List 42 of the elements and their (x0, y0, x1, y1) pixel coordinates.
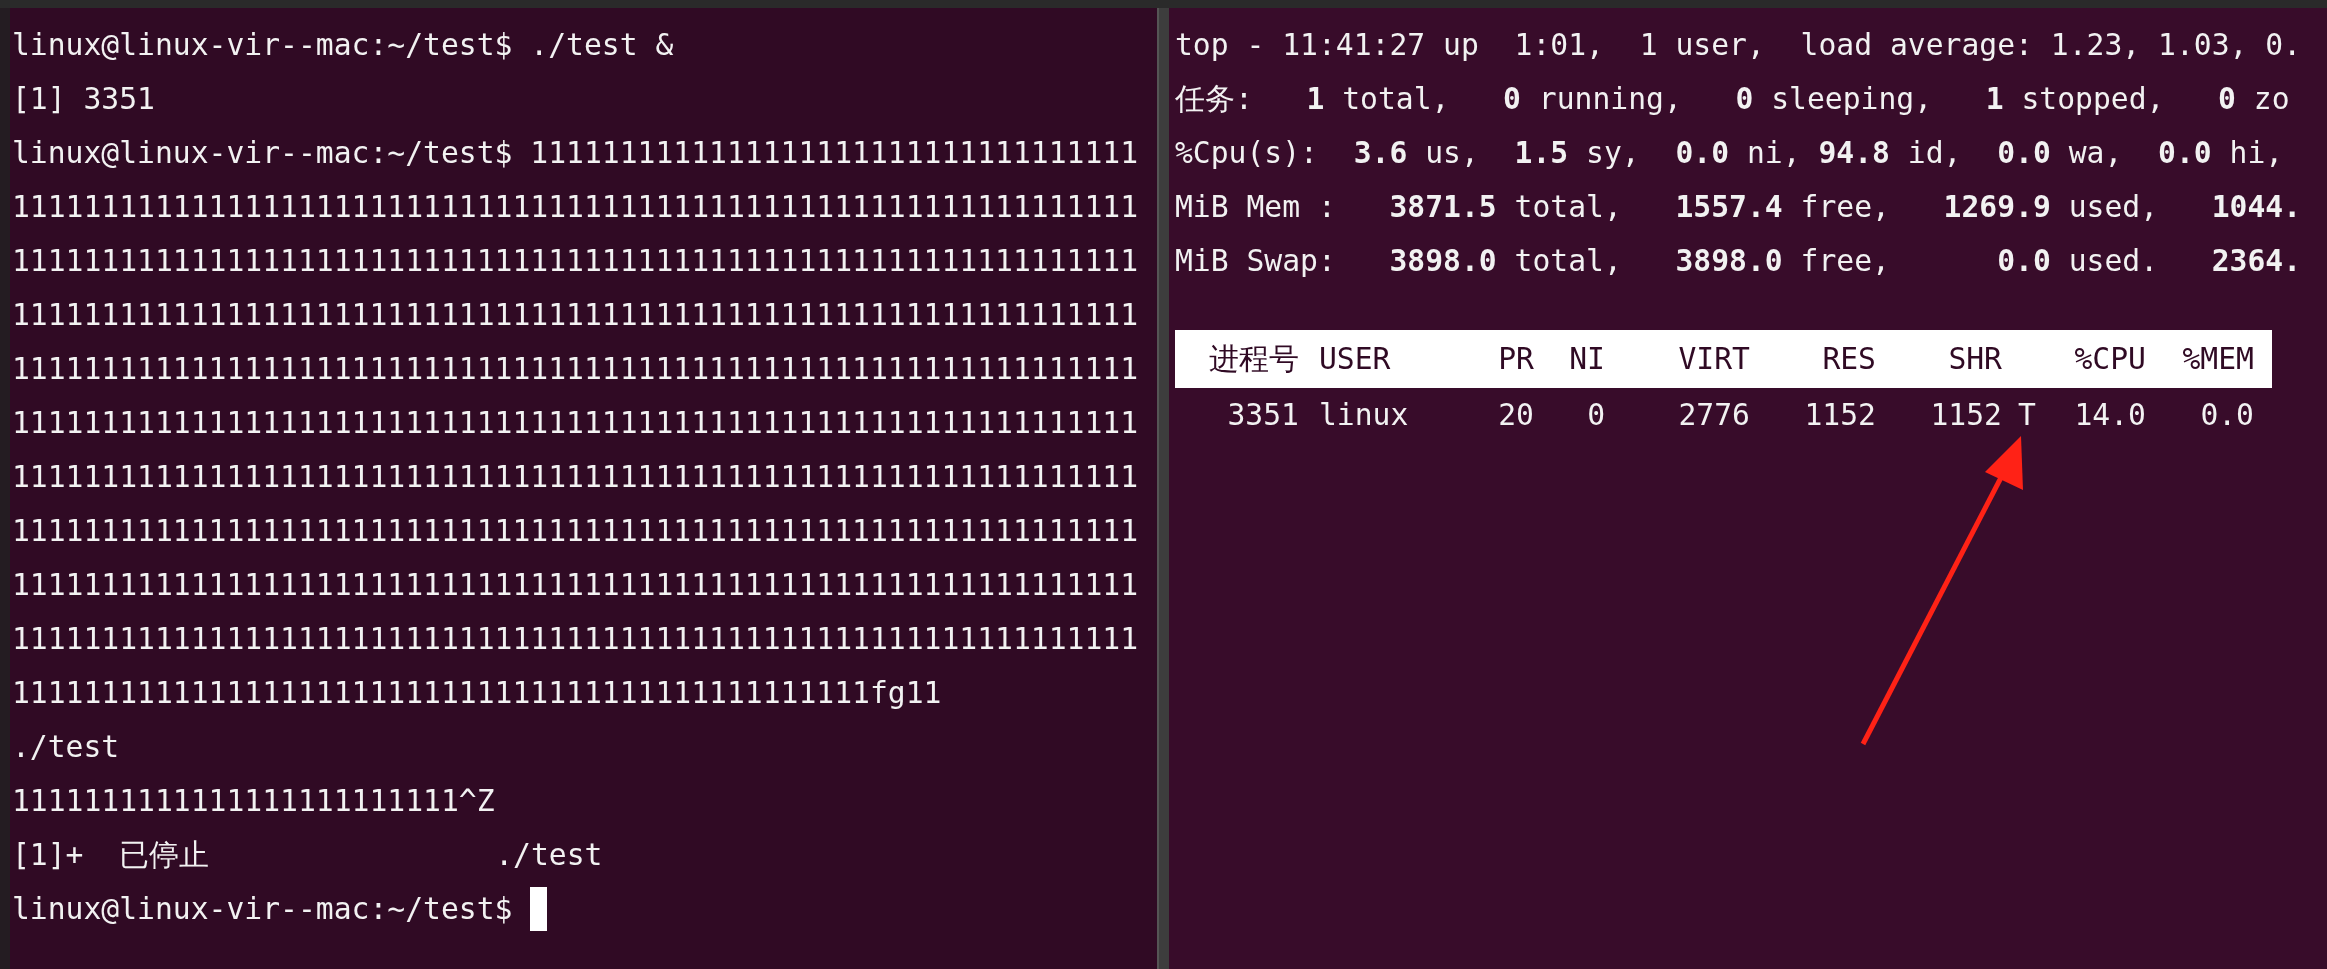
terminal-prompt: linux@linux-vir--mac:~/test$ (12, 890, 513, 928)
summary-line: %Cpu(s): 3.6 us, 1.5 sy, 0.0 ni, 94.8 id, 0.0 wa, 0.0 hi, (1175, 134, 2285, 172)
terminal-line: 111111111111111111111111111111111111111111111111111111111111111 (11, 566, 1140, 604)
summary-line: 任务: 1 total, 0 running, 0 sleeping, 1 stopped, 0 zo (1175, 80, 2291, 118)
column-header: %CPU (2073, 340, 2146, 378)
terminal-line: 111111111111111111111111111111111111111111111111111111111111111 (11, 242, 1140, 280)
summary-line: MiB Mem : 3871.5 total, 1557.4 free, 1269.9 used, 1044. (1175, 188, 2303, 226)
column-header: 进程号 (1208, 340, 1299, 378)
table-cell-text: 1152 (1803, 396, 1876, 434)
terminal-line: 111111111111111111111111111111111111111111111111111111111111111 (11, 404, 1140, 442)
table-cell-text: 2776 (1677, 396, 1750, 434)
terminal-line: 111111111111111111111111111111111111111111111111111111111111111 (11, 512, 1140, 550)
terminal-line: ./test (11, 728, 121, 766)
table-cell-text: 20 (1497, 396, 1534, 434)
terminal-line: linux@linux-vir--mac:~/test$ ./test & (11, 26, 675, 64)
table-cell-text: T (2017, 396, 2037, 434)
table-cell-text: 0 (1586, 396, 1605, 434)
terminal-line: [1]+ 已停止 ./test (11, 836, 604, 874)
table-cell-text: 14.0 (2073, 396, 2146, 434)
terminal-line: 1111111111111111111111111^Z (11, 782, 496, 820)
summary-line: top - 11:41:27 up 1:01, 1 user, load average: 1.23, 1.03, 0. (1175, 26, 2303, 64)
terminal-line: linux@linux-vir--mac:~/test$ 1111111111111111111111111111111111 (11, 134, 1140, 172)
column-header: %MEM (2181, 340, 2254, 378)
column-header: PR (1497, 340, 1534, 378)
terminal-line: 111111111111111111111111111111111111111111111111111111111111111 (11, 350, 1140, 388)
terminal-line: 111111111111111111111111111111111111111111111111111111111111111 (11, 458, 1140, 496)
table-cell-text: 1152 (1929, 396, 2002, 434)
table-cell-text: linux (1318, 396, 1410, 434)
column-header: RES (1821, 340, 1876, 378)
text-cursor (530, 887, 548, 931)
terminal-line: 111111111111111111111111111111111111111111111111111111111111111 (11, 296, 1140, 334)
column-header: NI (1568, 340, 1605, 378)
terminal-line: 111111111111111111111111111111111111111111111111111111111111111 (11, 188, 1140, 226)
column-header: VIRT (1677, 340, 1750, 378)
summary-line: MiB Swap: 3898.0 total, 3898.0 free, 0.0 used. 2364. (1175, 242, 2303, 280)
table-cell-text: 3351 (1226, 396, 1299, 434)
column-header: SHR (1947, 340, 2002, 378)
column-header: USER (1318, 340, 1392, 378)
table-cell-text: 0.0 (2199, 396, 2254, 434)
terminal-line: [1] 3351 (11, 80, 156, 118)
terminal-line: 111111111111111111111111111111111111111111111111111111111111111 (11, 620, 1140, 658)
terminal-line: 111111111111111111111111111111111111111111111111fg11 (11, 674, 943, 712)
